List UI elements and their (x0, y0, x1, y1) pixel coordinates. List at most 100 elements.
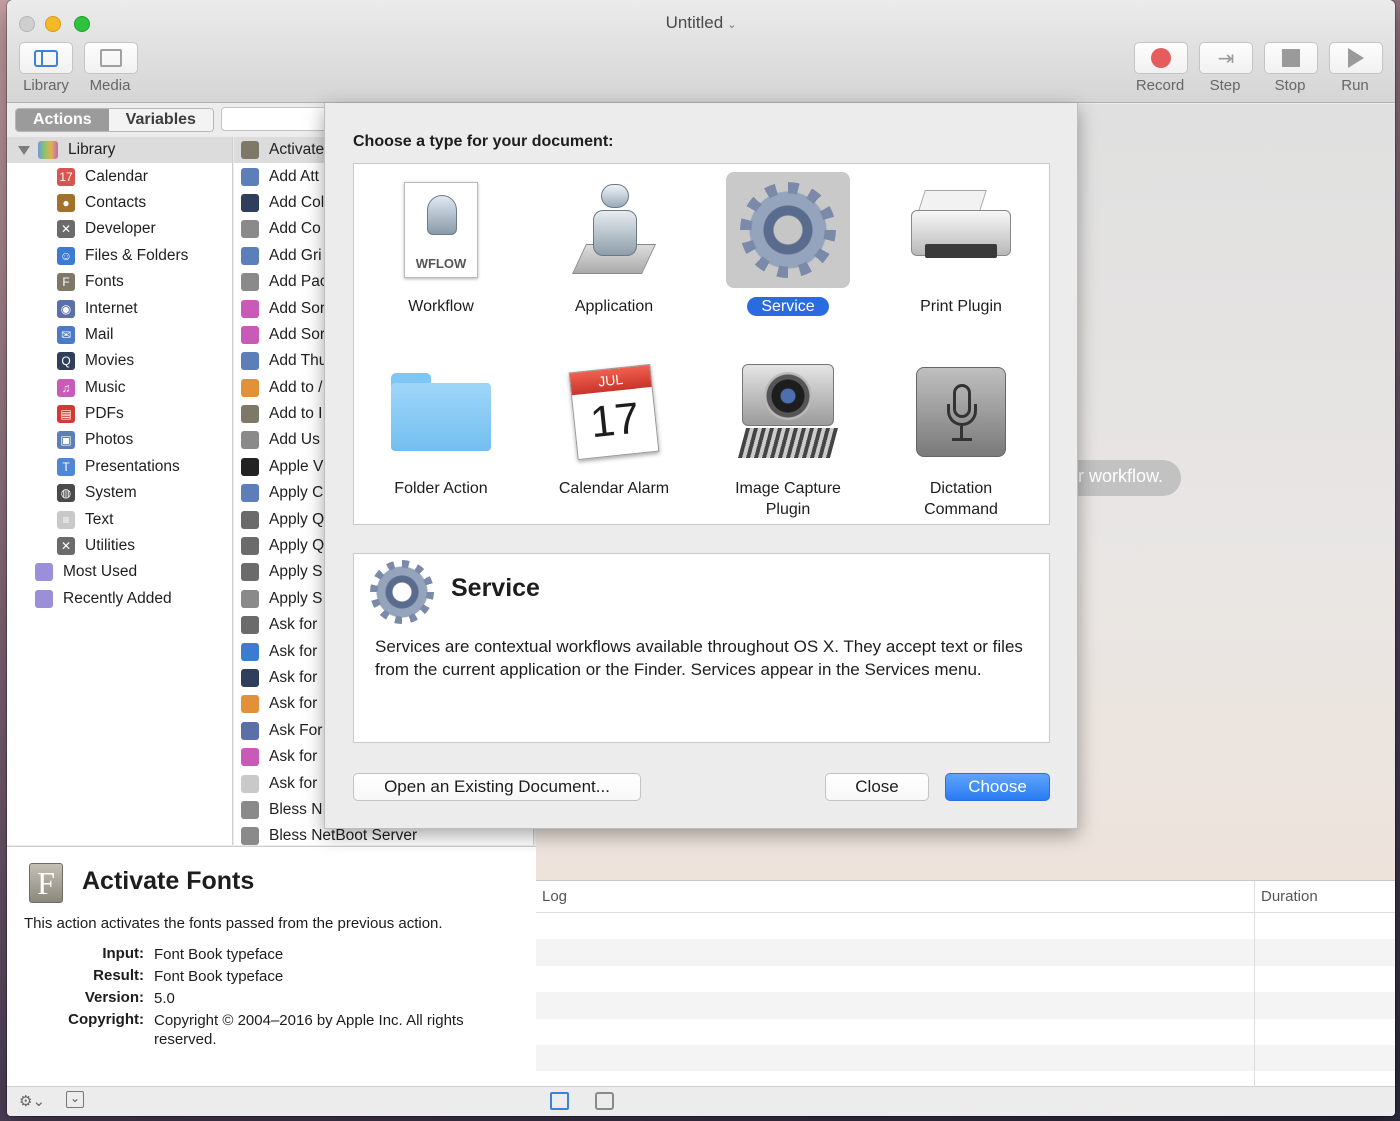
smart-folder-icon (35, 589, 53, 608)
step-button[interactable]: ⇥ (1199, 42, 1253, 74)
search-input[interactable] (221, 107, 341, 131)
library-item[interactable]: ✉ Mail (7, 322, 232, 348)
library-item[interactable]: F Fonts (7, 269, 232, 295)
folder-icon (391, 373, 491, 451)
run-button[interactable] (1329, 42, 1383, 74)
action-icon (241, 220, 259, 239)
media-icon (100, 49, 122, 67)
open-existing-document-button[interactable]: Open an Existing Document... (353, 773, 641, 801)
stop-button[interactable] (1264, 42, 1318, 74)
action-item-label: Add Pac (269, 273, 328, 291)
log-row (536, 1044, 1395, 1072)
type-service[interactable]: Service (702, 172, 874, 317)
type-print-plugin[interactable]: Print Plugin (875, 172, 1047, 317)
type-label: Folder Action (394, 480, 488, 497)
library-item-label: Music (85, 378, 126, 396)
library-item-label: Fonts (85, 273, 124, 291)
type-image-capture-plugin[interactable]: Image Capture Plugin (702, 354, 874, 520)
action-icon (241, 325, 259, 344)
choose-button[interactable]: Choose (945, 773, 1050, 801)
action-icon (241, 669, 259, 687)
window-title[interactable]: Untitled ⌄ (7, 13, 1395, 33)
library-item[interactable]: ● Contacts (7, 190, 232, 216)
library-root[interactable]: Library (7, 137, 232, 164)
library-button[interactable] (19, 42, 73, 74)
library-item-label: Photos (85, 431, 134, 449)
gear-menu-icon[interactable]: ⚙⌄ (19, 1092, 45, 1110)
action-item-label: Add Us (269, 431, 320, 449)
action-item-label: Ask for (269, 748, 318, 766)
printer-icon (911, 190, 1011, 270)
description-text: This action activates the fonts passed f… (24, 915, 443, 932)
action-item-label: Apply Q (269, 510, 325, 528)
record-label: Record (1135, 77, 1185, 94)
library-item[interactable]: ≡ Text (7, 506, 232, 532)
action-icon (241, 167, 259, 186)
category-icon: T (57, 457, 75, 476)
category-icon: ◉ (57, 299, 75, 318)
run-label: Run (1341, 77, 1369, 94)
library-item-label: Presentations (85, 457, 180, 475)
close-button[interactable]: Close (825, 773, 929, 801)
split-view-icon[interactable] (595, 1092, 614, 1110)
library-item-label: Calendar (85, 167, 148, 185)
field-value: 5.0 (154, 990, 175, 1007)
field-value: Font Book typeface (154, 946, 284, 963)
disclosure-triangle-icon[interactable] (18, 145, 30, 155)
column-divider (1254, 881, 1255, 1087)
media-label: Media (89, 77, 131, 94)
type-label: Dictation Command (924, 480, 998, 518)
list-view-icon[interactable] (550, 1092, 569, 1110)
fonts-action-icon: F (29, 863, 63, 903)
library-item-label: Movies (85, 352, 135, 370)
action-item-label: Ask for (269, 669, 318, 686)
collapse-description-icon[interactable]: ⌄ (66, 1091, 84, 1108)
tab-actions[interactable]: Actions (16, 109, 109, 131)
log-row (536, 939, 1395, 966)
step-label: Step (1209, 77, 1241, 94)
category-icon: ✕ (57, 537, 75, 556)
sheet-heading: Choose a type for your document: (353, 133, 614, 150)
smart-group-item[interactable]: Recently Added (7, 586, 232, 612)
action-item-label: Apply S (269, 563, 323, 581)
action-item-label: Ask for (269, 774, 318, 792)
smart-group-item[interactable]: Most Used (7, 559, 232, 585)
library-item[interactable]: ✕ Developer (7, 216, 232, 242)
library-item[interactable]: 17 Calendar (7, 163, 232, 189)
library-item[interactable]: ✕ Utilities (7, 533, 232, 559)
library-item[interactable]: ◉ Internet (7, 295, 232, 321)
library-item[interactable]: ☺ Files & Folders (7, 243, 232, 269)
type-calendar-alarm[interactable]: JUL 17 Calendar Alarm (528, 354, 700, 499)
category-icon: ✉ (57, 325, 75, 344)
duration-column-header[interactable]: Duration (1261, 888, 1318, 905)
category-icon: ● (57, 193, 75, 212)
action-item-label: Add Sor (269, 299, 326, 317)
type-folder-action[interactable]: Folder Action (355, 354, 527, 499)
library-item[interactable]: T Presentations (7, 454, 232, 480)
library-pane: Library 17 Calendar ● Contacts ✕ Developer ☺ Fi… (7, 137, 233, 845)
log-column-header[interactable]: Log (542, 888, 567, 905)
bottom-bar: ⚙⌄ ⌄ (7, 1086, 1395, 1116)
type-workflow[interactable]: WFLOW Workflow (355, 172, 527, 317)
workflow-hint: r workflow. (1060, 460, 1182, 496)
library-tabs: Actions Variables (15, 108, 214, 132)
library-item[interactable]: ▤ PDFs (7, 401, 232, 427)
library-item[interactable]: Q Movies (7, 348, 232, 374)
library-item[interactable]: ♫ Music (7, 375, 232, 401)
log-row (536, 992, 1395, 1019)
library-item[interactable]: ▣ Photos (7, 427, 232, 453)
field-value: Copyright © 2004–2016 by Apple Inc. All … (154, 1012, 464, 1048)
type-application[interactable]: Application (528, 172, 700, 317)
action-icon (241, 537, 259, 556)
type-dictation-command[interactable]: Dictation Command (875, 354, 1047, 520)
type-info-panel: Service Services are contextual workflow… (353, 553, 1050, 743)
action-item-label: Apply S (269, 589, 323, 607)
record-button[interactable] (1134, 42, 1188, 74)
tab-variables[interactable]: Variables (108, 109, 213, 131)
action-icon (241, 378, 259, 397)
type-label: Application (574, 298, 654, 315)
library-item[interactable]: ◍ System (7, 480, 232, 506)
media-button[interactable] (84, 42, 138, 74)
log-rows (536, 913, 1395, 1072)
action-icon (241, 299, 259, 318)
